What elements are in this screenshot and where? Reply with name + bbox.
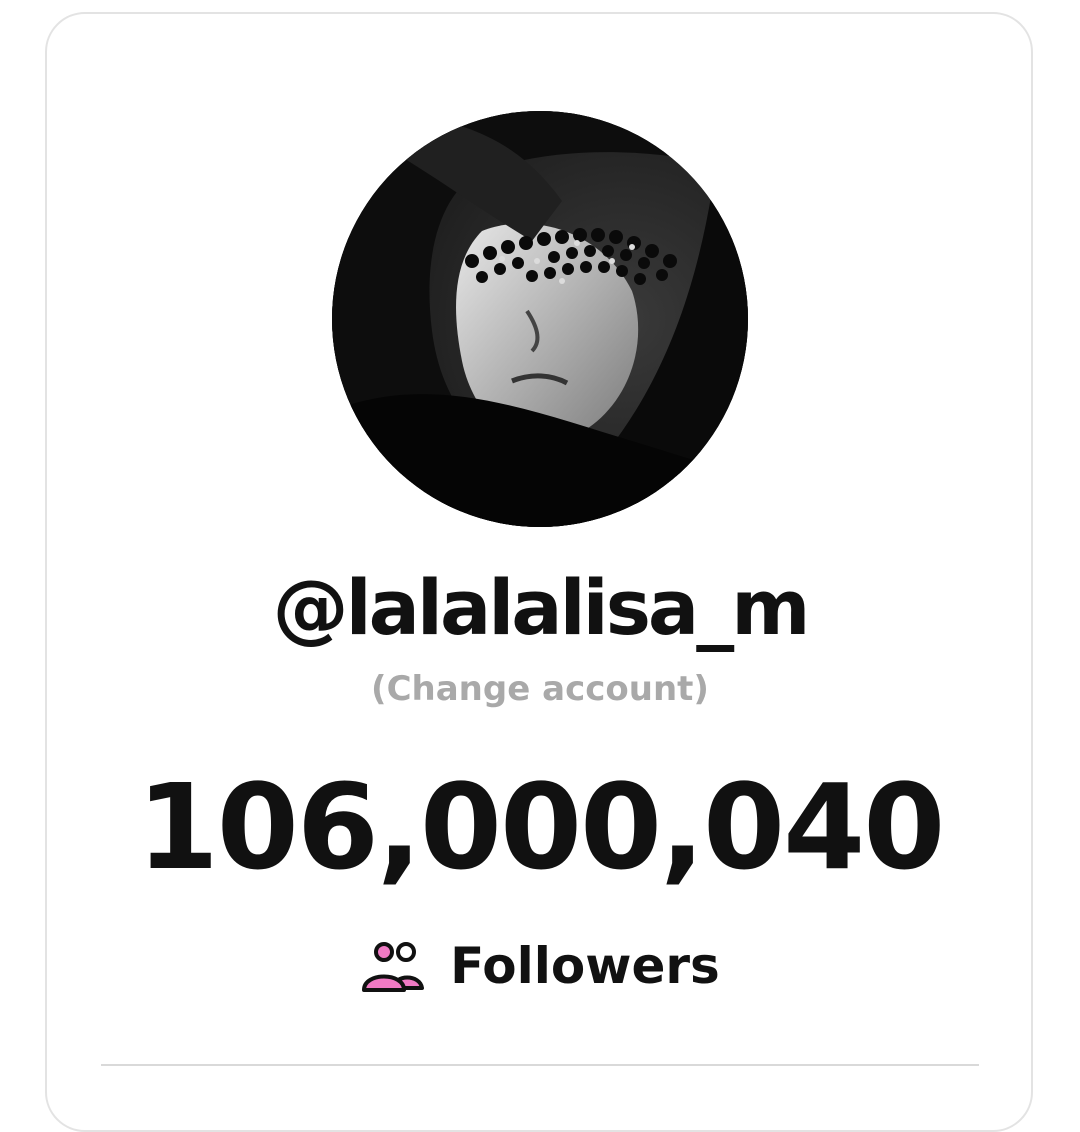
followers-row: Followers [0,938,1080,994]
divider [101,1064,979,1066]
change-account-link[interactable]: (Change account) [0,672,1080,706]
follower-count: 106,000,040 [136,758,946,896]
avatar [332,111,748,527]
followers-label: Followers [450,937,720,995]
users-icon [362,942,425,992]
username: @lalalalisa_m [272,563,811,652]
